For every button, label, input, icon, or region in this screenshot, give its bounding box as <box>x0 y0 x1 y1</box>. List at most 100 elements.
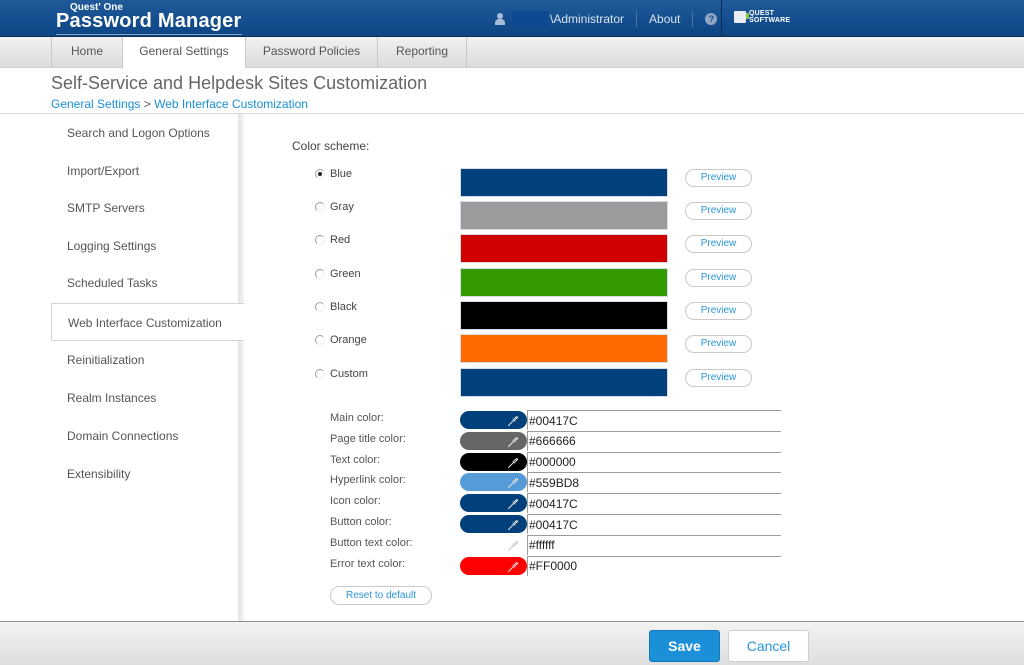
color-field-hyperlink-color: Hyperlink color: <box>244 472 1024 493</box>
color-label: Main color: <box>330 412 384 424</box>
tab-home[interactable]: Home <box>51 37 122 68</box>
user-icon <box>494 12 506 25</box>
color-picker-main-color[interactable] <box>460 411 527 429</box>
color-field-main-color: Main color: <box>244 410 1024 430</box>
scheme-swatch-blue <box>460 168 668 197</box>
color-input-button-color[interactable] <box>527 514 781 534</box>
color-input-hyperlink-color[interactable] <box>527 472 781 493</box>
sidebar-item-logging-settings[interactable]: Logging Settings <box>51 227 242 265</box>
scheme-swatch-black <box>460 301 668 330</box>
main-tabs: Home General Settings Password Policies … <box>0 37 1024 69</box>
color-field-icon-color: Icon color: <box>244 493 1024 514</box>
scheme-name: Orange <box>330 334 367 346</box>
eyedropper-icon <box>507 414 519 427</box>
color-field-page-title-color: Page title color: <box>244 430 1024 451</box>
color-label: Error text color: <box>330 557 406 570</box>
scheme-radio-red[interactable] <box>315 235 325 245</box>
vendor-name-line2: SOFTWARE <box>749 17 791 24</box>
scheme-row-custom: Custom Preview <box>244 368 1024 398</box>
color-label: Icon color: <box>330 495 381 508</box>
page-title: Self-Service and Helpdesk Sites Customiz… <box>51 73 428 93</box>
scheme-name: Gray <box>330 201 354 213</box>
eyedropper-icon <box>507 560 519 572</box>
breadcrumb: General Settings > Web Interface Customi… <box>51 97 308 111</box>
color-picker-text-color[interactable] <box>460 452 527 471</box>
scheme-row-orange: Orange Preview <box>244 334 1024 364</box>
scheme-row-gray: Gray Preview <box>244 201 1024 231</box>
eyedropper-icon <box>507 518 519 531</box>
save-button[interactable]: Save <box>649 630 720 662</box>
tab-password-policies[interactable]: Password Policies <box>245 37 377 68</box>
sidebar-item-search-logon-options[interactable]: Search and Logon Options <box>51 114 242 152</box>
sidebar-item-import-export[interactable]: Import/Export <box>51 152 242 190</box>
color-label: Text color: <box>330 453 381 466</box>
color-picker-error-text-color[interactable] <box>460 556 527 575</box>
color-input-text-color[interactable] <box>527 451 781 472</box>
color-label: Page title color: <box>330 432 406 445</box>
color-picker-icon-color[interactable] <box>460 494 527 513</box>
preview-button-green[interactable]: Preview <box>685 269 752 287</box>
scheme-swatch-custom <box>460 368 668 397</box>
about-link[interactable]: About <box>649 12 680 26</box>
sidebar-item-extensibility[interactable]: Extensibility <box>51 455 242 493</box>
preview-button-custom[interactable]: Preview <box>685 369 752 387</box>
scheme-swatch-orange <box>460 334 668 363</box>
sidebar-item-reinitialization[interactable]: Reinitialization <box>51 341 242 379</box>
preview-button-black[interactable]: Preview <box>685 302 752 320</box>
sidebar-item-realm-instances[interactable]: Realm Instances <box>51 379 242 417</box>
color-picker-button-text-color[interactable] <box>460 535 527 554</box>
breadcrumb-web-interface-customization[interactable]: Web Interface Customization <box>154 97 308 111</box>
footer-bar: Save Cancel <box>0 621 1024 665</box>
color-input-icon-color[interactable] <box>527 493 781 514</box>
scheme-radio-blue[interactable] <box>315 169 325 179</box>
eyedropper-icon <box>507 435 519 448</box>
customization-panel: Color scheme: Blue Preview Gray Preview Red P… <box>244 114 1024 622</box>
color-input-error-text-color[interactable] <box>527 555 781 576</box>
eyedropper-icon <box>507 497 519 510</box>
color-picker-hyperlink-color[interactable] <box>460 473 527 492</box>
scheme-row-blue: Blue Preview <box>244 168 1024 198</box>
scheme-name: Black <box>330 301 357 313</box>
scheme-radio-black[interactable] <box>315 302 325 312</box>
preview-button-red[interactable]: Preview <box>685 235 752 253</box>
preview-button-orange[interactable]: Preview <box>685 335 752 353</box>
reset-to-default-button[interactable]: Reset to default <box>330 586 432 605</box>
help-icon[interactable]: ? <box>705 12 718 25</box>
scheme-radio-custom[interactable] <box>315 369 325 379</box>
cancel-button[interactable]: Cancel <box>728 630 809 662</box>
scheme-name: Blue <box>330 168 353 180</box>
vendor-name-line1: QUEST <box>749 10 775 17</box>
color-label: Button text color: <box>330 536 413 549</box>
sidebar-item-scheduled-tasks[interactable]: Scheduled Tasks <box>51 264 242 302</box>
divider <box>692 10 694 27</box>
brand-title: Password Manager <box>56 10 242 35</box>
color-label: Hyperlink color: <box>330 474 406 487</box>
color-field-error-text-color: Error text color: <box>244 555 1024 576</box>
color-input-button-text-color[interactable] <box>527 534 781 555</box>
tab-general-settings[interactable]: General Settings <box>122 37 245 69</box>
preview-button-gray[interactable]: Preview <box>685 202 752 220</box>
user-name[interactable]: \Administrator <box>550 12 624 26</box>
scheme-radio-orange[interactable] <box>315 335 325 345</box>
quest-logo-icon <box>734 11 749 23</box>
redacted-domain <box>512 10 548 27</box>
breadcrumb-separator: > <box>140 97 155 111</box>
scheme-swatch-gray <box>460 201 668 230</box>
preview-button-blue[interactable]: Preview <box>685 169 752 187</box>
color-picker-page-title-color[interactable] <box>460 431 527 450</box>
breadcrumb-general-settings[interactable]: General Settings <box>51 97 140 111</box>
sidebar-item-smtp-servers[interactable]: SMTP Servers <box>51 189 242 227</box>
sidebar-item-web-interface-customization[interactable]: Web Interface Customization <box>51 303 244 341</box>
tab-reporting[interactable]: Reporting <box>377 37 467 68</box>
sidebar-item-domain-connections[interactable]: Domain Connections <box>51 417 242 455</box>
scheme-name: Red <box>330 234 351 246</box>
scheme-radio-green[interactable] <box>315 269 325 279</box>
color-field-button-color: Button color: <box>244 514 1024 534</box>
color-input-main-color[interactable] <box>527 410 781 430</box>
scheme-swatch-red <box>460 234 668 263</box>
scheme-name: Custom <box>330 368 368 380</box>
scheme-radio-gray[interactable] <box>315 202 325 212</box>
color-picker-button-color[interactable] <box>460 515 527 533</box>
scheme-row-red: Red Preview <box>244 234 1024 264</box>
color-input-page-title-color[interactable] <box>527 430 781 451</box>
